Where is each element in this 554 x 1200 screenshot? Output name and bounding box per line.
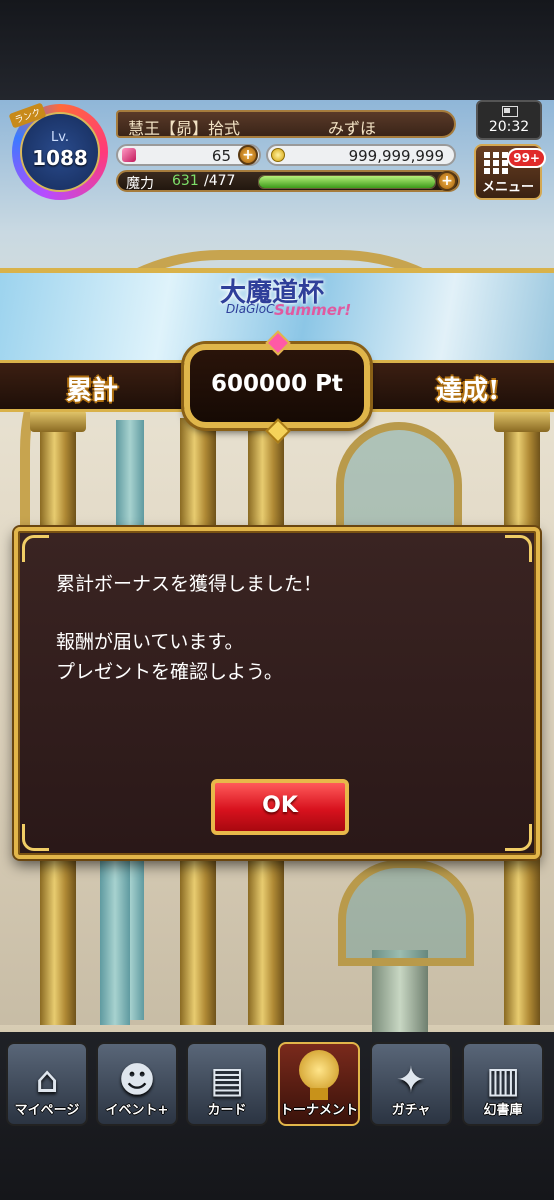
cards-icon: ▤	[209, 1060, 245, 1101]
event-logo-summer: Summer!	[274, 301, 352, 319]
add-mp-button[interactable]: +	[437, 171, 457, 191]
player-title: 慧王【昴】拾式	[128, 119, 241, 138]
dialog-message-line1: 累計ボーナスを獲得しました！	[56, 573, 323, 595]
reward-dialog: 累計ボーナスを獲得しました！ 報酬が届いています。 プレゼントを確認しよう。 O…	[14, 527, 540, 859]
nav-label: マイページ	[14, 1103, 80, 1118]
nav-label: カード	[207, 1103, 247, 1118]
scene-mirror	[338, 860, 474, 966]
mp-track	[258, 175, 436, 189]
clock-time: 20:32	[488, 119, 530, 135]
event-logo-sub: DIaGloC	[226, 302, 275, 316]
ornament-corner	[505, 535, 532, 562]
coin-counter: 999,999,999	[266, 144, 456, 166]
gem-value: 65	[211, 147, 231, 165]
nav-item-gacha[interactable]: ✦ ガチャ	[370, 1042, 452, 1126]
gacha-icon: ✦	[395, 1060, 427, 1101]
ok-button[interactable]: OK	[211, 779, 349, 835]
nav-label: ガチャ	[391, 1103, 431, 1118]
level-badge[interactable]: Lv. 1088	[20, 112, 100, 192]
level-prefix: Lv.	[50, 130, 70, 145]
player-name: みずほ	[328, 119, 377, 138]
mp-label: 魔力	[126, 176, 154, 192]
ribbon-left-text: 累計	[66, 376, 119, 406]
ornament-corner	[22, 535, 49, 562]
grid-icon	[484, 152, 508, 174]
dialog-message-line3: プレゼントを確認しよう。	[56, 661, 283, 683]
nav-item-tournament[interactable]: トーナメント	[278, 1042, 360, 1126]
player-namebar[interactable]: 慧王【昴】拾式 みずほ	[116, 110, 456, 138]
points-value: 600000 Pt	[211, 371, 343, 397]
nav-label: イベント+	[105, 1103, 169, 1118]
scene-pillar-cap	[494, 410, 550, 432]
dialog-message-line2: 報酬が届いています。	[56, 631, 244, 653]
mp-max: /477	[204, 173, 236, 189]
library-icon: ▥	[485, 1060, 521, 1101]
nav-item-library[interactable]: ▥ 幻書庫	[462, 1042, 544, 1126]
nav-item-event[interactable]: ☻ イベント+	[96, 1042, 178, 1126]
status-area	[0, 0, 554, 100]
menu-button[interactable]: 99+ メニュー	[474, 144, 546, 200]
level-value: 1088	[32, 146, 88, 170]
house-icon: ⌂	[35, 1060, 59, 1101]
gem-icon	[122, 148, 136, 162]
coin-value: 999,999,999	[348, 147, 444, 165]
trophy-icon	[299, 1050, 339, 1090]
clock-widget: 20:32	[476, 100, 542, 140]
nav-item-card[interactable]: ▤ カード	[186, 1042, 268, 1126]
menu-badge: 99+	[507, 148, 546, 168]
ribbon-right-text: 達成!	[436, 376, 500, 406]
nav-label: 幻書庫	[483, 1103, 523, 1118]
scene-pillar-cap	[30, 410, 86, 432]
battery-icon	[502, 106, 518, 117]
ornament-corner	[22, 824, 49, 851]
mp-current: 631	[172, 173, 199, 189]
mp-fill	[259, 176, 435, 188]
ornament-corner	[505, 824, 532, 851]
add-gems-button[interactable]: +	[238, 145, 258, 165]
nav-label: トーナメント	[280, 1103, 359, 1118]
coin-icon	[271, 148, 285, 162]
points-frame: 600000 Pt	[184, 344, 370, 428]
menu-label: メニュー	[481, 180, 534, 195]
mp-bar: 魔力 631 /477	[116, 170, 460, 192]
cat-icon: ☻	[118, 1060, 156, 1101]
nav-item-mypage[interactable]: ⌂ マイページ	[6, 1042, 88, 1126]
